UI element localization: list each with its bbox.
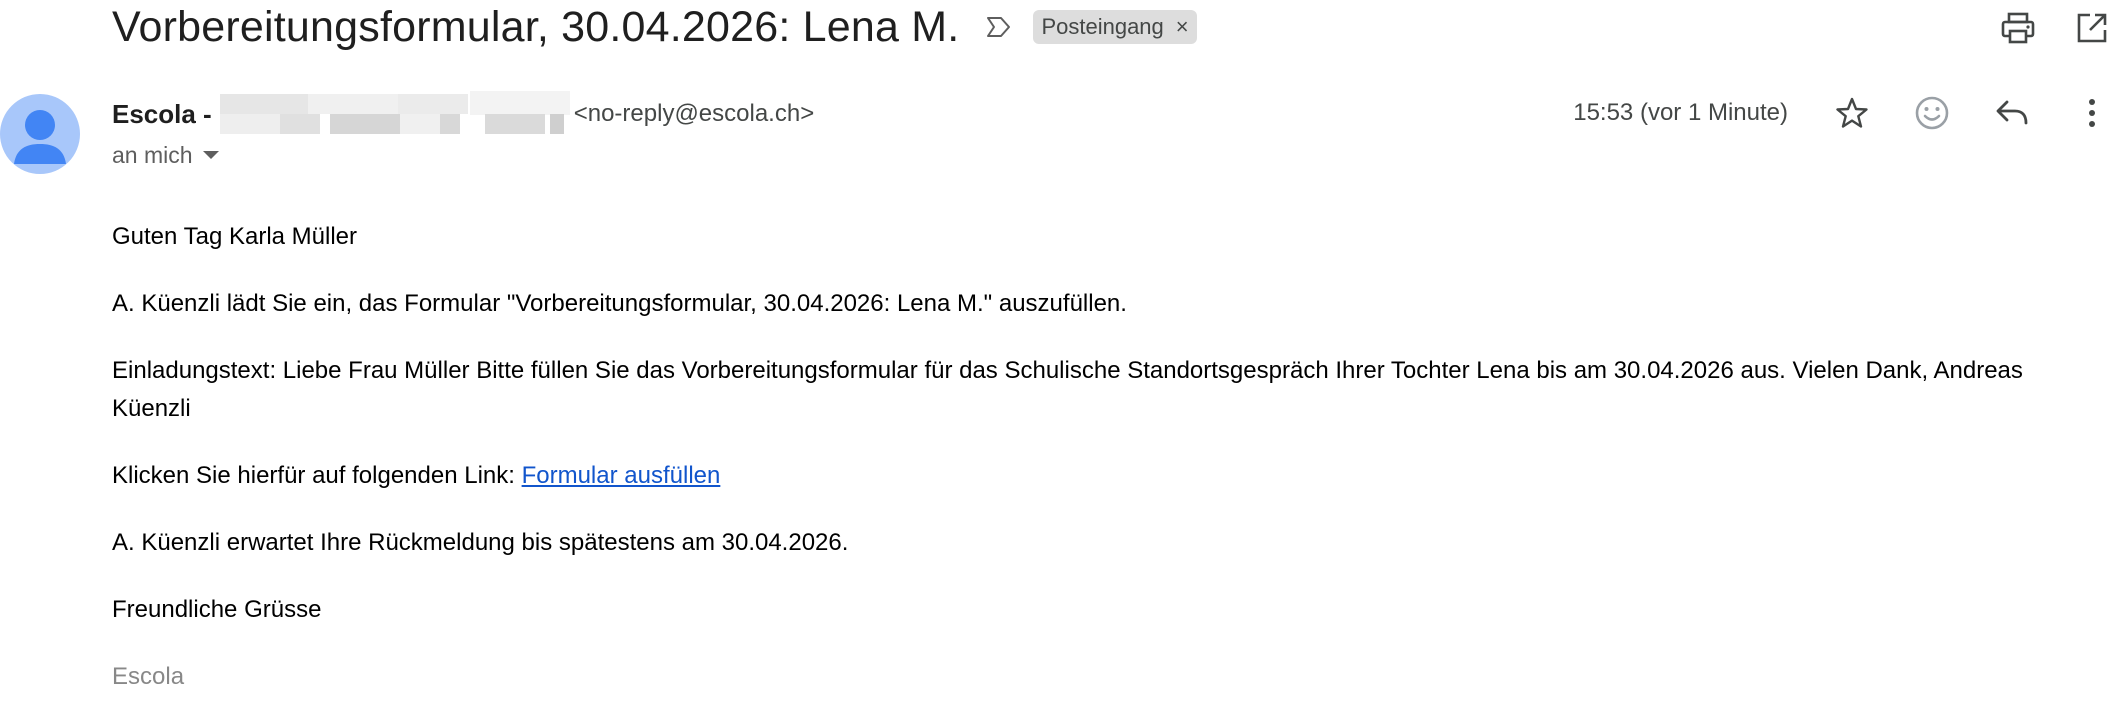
body-signature: Escola xyxy=(112,663,185,690)
body-deadline: A. Küenzli erwartet Ihre Rückmeldung bis… xyxy=(112,529,849,556)
star-icon[interactable] xyxy=(1832,93,1872,133)
email-body: Guten Tag Karla Müller A. Küenzli lädt S… xyxy=(112,218,2092,725)
avatar-person-icon xyxy=(14,110,66,164)
sender-row: Escola - <no-reply@escola.ch> xyxy=(112,91,815,134)
label-chip-text: Posteingang xyxy=(1041,14,1164,39)
print-icon[interactable] xyxy=(1998,8,2038,48)
email-subject: Vorbereitungsformular, 30.04.2026: Lena … xyxy=(112,3,960,51)
more-vert-icon[interactable] xyxy=(2072,93,2112,133)
timestamp: 15:53 (vor 1 Minute) xyxy=(1573,99,1788,126)
link-prefix: Klicken Sie hierfür auf folgenden Link: xyxy=(112,462,522,489)
top-actions xyxy=(1998,8,2112,48)
body-closing: Freundliche Grüsse xyxy=(112,596,322,623)
sender-avatar xyxy=(0,94,80,174)
open-in-new-window-icon[interactable] xyxy=(2072,8,2112,48)
remove-label-icon[interactable]: × xyxy=(1176,14,1189,40)
message-meta: 15:53 (vor 1 Minute) xyxy=(1573,90,2112,136)
label-icon[interactable] xyxy=(985,12,1015,42)
chevron-down-icon[interactable] xyxy=(202,151,219,159)
sender-name: Escola - xyxy=(112,98,212,129)
sender-email: <no-reply@escola.ch> xyxy=(573,100,815,127)
subject-row: Vorbereitungsformular, 30.04.2026: Lena … xyxy=(112,0,1197,54)
recipient-label: an mich xyxy=(112,141,193,168)
recipient-details-toggle[interactable]: an mich xyxy=(112,140,219,170)
message-actions xyxy=(1832,93,2112,133)
redacted-area xyxy=(219,91,570,137)
reply-icon[interactable] xyxy=(1992,93,2032,133)
body-greeting: Guten Tag Karla Müller xyxy=(112,223,358,250)
form-link[interactable]: Formular ausfüllen xyxy=(522,462,721,489)
body-invitation-text: Einladungstext: Liebe Frau Müller Bitte … xyxy=(112,357,2023,422)
body-link-paragraph: Klicken Sie hierfür auf folgenden Link: … xyxy=(112,457,2092,495)
label-chip-inbox[interactable]: Posteingang × xyxy=(1033,10,1197,44)
emoji-icon[interactable] xyxy=(1912,93,1952,133)
body-invite-line: A. Küenzli lädt Sie ein, das Formular "V… xyxy=(112,290,1127,317)
